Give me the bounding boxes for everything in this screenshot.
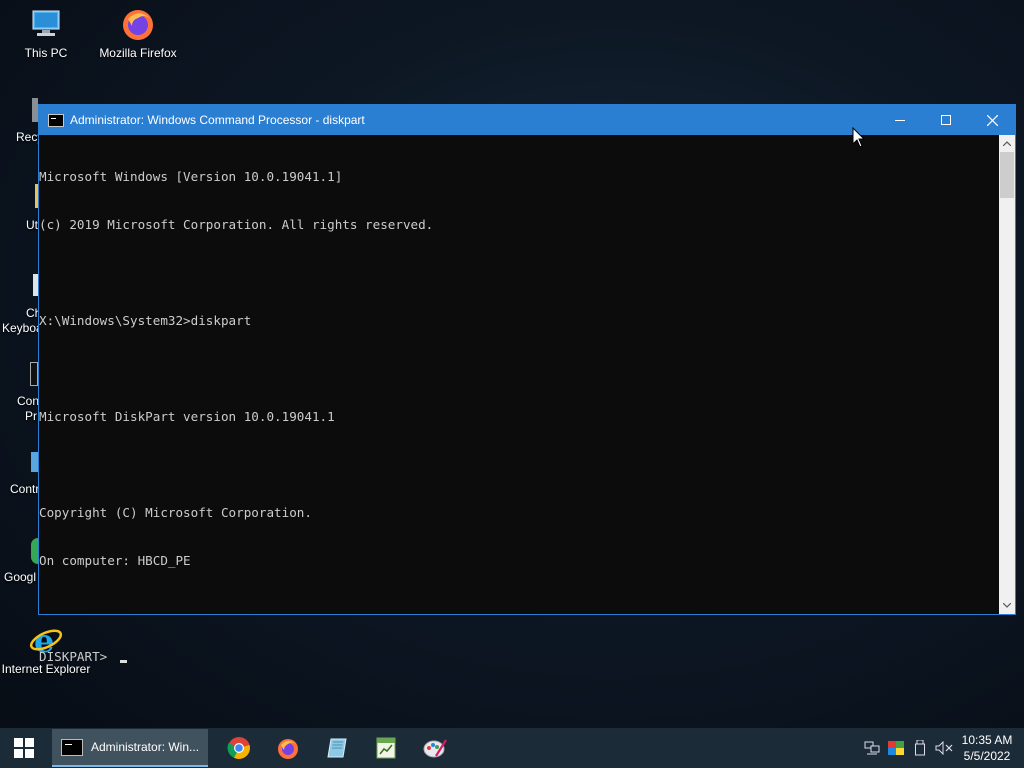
console-line: Microsoft DiskPart version 10.0.19041.1 bbox=[39, 409, 335, 424]
close-button[interactable] bbox=[969, 105, 1015, 135]
taskbar-pin-spreadsheet[interactable] bbox=[361, 728, 410, 768]
window-title: Administrator: Windows Command Processor… bbox=[70, 113, 365, 127]
minimize-icon bbox=[895, 120, 905, 121]
window-titlebar[interactable]: Administrator: Windows Command Processor… bbox=[39, 105, 1015, 135]
scroll-down-button[interactable] bbox=[999, 597, 1015, 614]
system-tray: 10:35 AM 5/5/2022 bbox=[860, 728, 1024, 768]
chevron-up-icon bbox=[1003, 141, 1011, 146]
taskbar-item-label: Administrator: Win... bbox=[91, 740, 200, 754]
console-prompt-line[interactable]: DISKPART> bbox=[39, 649, 999, 665]
maximize-icon bbox=[941, 115, 951, 125]
notepad-icon bbox=[326, 738, 347, 758]
control-panel-label: Contr bbox=[10, 482, 40, 496]
network-icon bbox=[864, 741, 880, 755]
usb-drive-icon bbox=[915, 740, 925, 756]
control-panel-icon bbox=[31, 452, 38, 472]
console-prompt: DISKPART> bbox=[39, 649, 115, 664]
spreadsheet-icon bbox=[376, 737, 395, 759]
display-color-icon bbox=[888, 741, 904, 755]
chrome-icon bbox=[227, 737, 250, 759]
mouse-pointer-icon bbox=[852, 127, 864, 148]
taskbar-pin-chrome[interactable] bbox=[214, 728, 263, 768]
recycle-bin-desktop-icon[interactable]: Recy bbox=[0, 96, 43, 146]
taskbar-pin-paint[interactable] bbox=[410, 728, 459, 768]
this-pc-label: This PC bbox=[24, 46, 68, 60]
paint-icon bbox=[423, 739, 447, 758]
taskbar: Administrator: Win... 10:35 AM 5/5/2022 bbox=[0, 728, 1024, 768]
utilities-desktop-icon[interactable]: Uti bbox=[0, 184, 41, 234]
firefox-label: Mozilla Firefox bbox=[99, 46, 177, 60]
tray-volume[interactable] bbox=[932, 728, 956, 768]
cmd-icon bbox=[61, 738, 83, 756]
keyboard-desktop-icon[interactable]: Ch Keyboa bbox=[0, 272, 43, 338]
console-output[interactable]: Microsoft Windows [Version 10.0.19041.1]… bbox=[39, 135, 999, 664]
tray-display[interactable] bbox=[884, 728, 908, 768]
console-line: (c) 2019 Microsoft Corporation. All righ… bbox=[39, 217, 434, 232]
clock-time: 10:35 AM bbox=[961, 733, 1013, 747]
firefox-desktop-icon[interactable]: Mozilla Firefox bbox=[92, 6, 184, 61]
console-line: X:\Windows\System32>diskpart bbox=[39, 313, 252, 328]
clock-date: 5/5/2022 bbox=[963, 749, 1011, 763]
firefox-icon bbox=[277, 739, 298, 759]
chrome-icon bbox=[31, 538, 38, 564]
computer-icon bbox=[28, 6, 64, 42]
start-button[interactable] bbox=[0, 728, 48, 768]
firefox-icon bbox=[120, 6, 156, 42]
cmd-icon bbox=[48, 113, 64, 127]
taskbar-pin-firefox[interactable] bbox=[263, 728, 312, 768]
windows-logo-icon bbox=[14, 738, 34, 758]
cmd-window[interactable]: Administrator: Windows Command Processor… bbox=[38, 104, 1016, 664]
console-line: On computer: HBCD_PE bbox=[39, 553, 191, 568]
this-pc-desktop-icon[interactable]: This PC bbox=[0, 6, 92, 61]
google-chrome-label: Googl bbox=[4, 570, 37, 584]
text-cursor bbox=[119, 660, 127, 663]
close-icon bbox=[986, 114, 998, 126]
command-prompt-label-line2: Pr bbox=[25, 409, 37, 423]
maximize-button[interactable] bbox=[923, 105, 969, 135]
tray-network[interactable] bbox=[860, 728, 884, 768]
console-line: Copyright (C) Microsoft Corporation. bbox=[39, 505, 312, 520]
google-chrome-desktop-icon[interactable]: Googl bbox=[0, 536, 38, 586]
cmd-icon bbox=[30, 362, 38, 386]
volume-muted-icon bbox=[935, 741, 953, 755]
scroll-up-button[interactable] bbox=[999, 135, 1015, 152]
console-line: Microsoft Windows [Version 10.0.19041.1] bbox=[39, 169, 343, 184]
taskbar-clock[interactable]: 10:35 AM 5/5/2022 bbox=[956, 732, 1018, 764]
command-prompt-label-line1: Con bbox=[17, 394, 40, 408]
command-prompt-desktop-icon[interactable]: Con Pr bbox=[0, 360, 40, 426]
scrollbar-thumb[interactable] bbox=[1000, 152, 1014, 198]
taskbar-pin-notepad[interactable] bbox=[312, 728, 361, 768]
vertical-scrollbar[interactable] bbox=[999, 135, 1015, 614]
tray-usb[interactable] bbox=[908, 728, 932, 768]
keyboard-label-line2: Keyboa bbox=[2, 321, 43, 335]
control-panel-desktop-icon[interactable]: Contr bbox=[0, 448, 40, 498]
taskbar-item-cmd[interactable]: Administrator: Win... bbox=[52, 729, 208, 767]
minimize-button[interactable] bbox=[877, 105, 923, 135]
chevron-down-icon bbox=[1003, 603, 1011, 608]
